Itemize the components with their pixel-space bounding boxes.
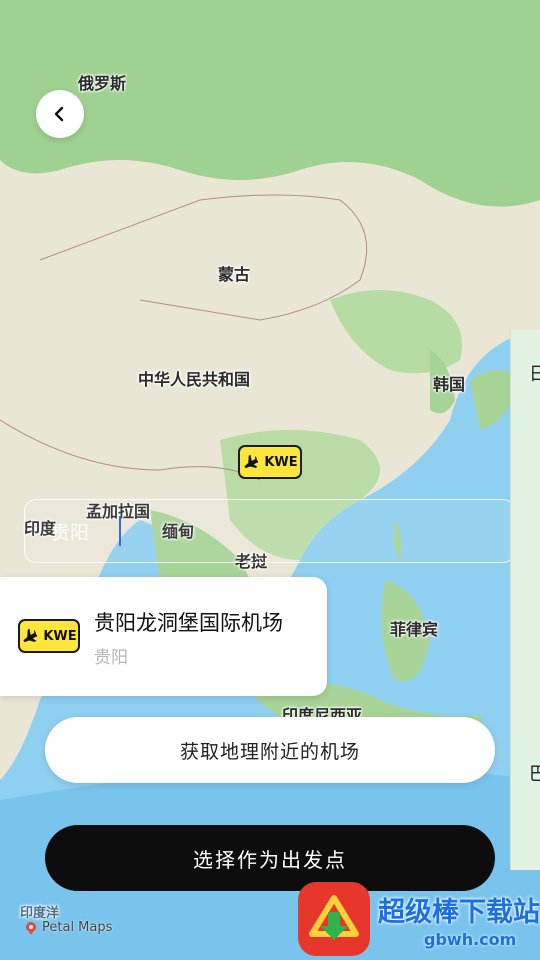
airport-code-badge: KWE — [18, 619, 80, 653]
nearby-airports-button[interactable]: 获取地理附近的机场 — [45, 717, 495, 783]
watermark-logo — [298, 882, 370, 956]
airplane-icon — [23, 628, 38, 643]
airport-map-marker[interactable]: KWE — [238, 445, 302, 479]
map-label-china: 中华人民共和国 — [138, 370, 251, 389]
side-panel[interactable]: 日 巴 — [510, 330, 540, 870]
map-label-mongolia: 蒙古 — [218, 265, 251, 284]
watermark-text: 超级棒下载站 — [378, 897, 540, 928]
airport-name: 贵阳龙洞堡国际机场 — [94, 611, 283, 635]
map-label-indian-ocean: 印度洋 — [20, 906, 60, 921]
back-button[interactable] — [36, 90, 84, 138]
download-logo-icon — [309, 895, 359, 940]
airport-result-item[interactable]: KWE 贵阳龙洞堡国际机场 贵阳 — [0, 577, 327, 696]
airplane-icon — [244, 454, 259, 469]
map-terrain — [0, 0, 540, 960]
search-value: 贵阳 — [51, 522, 90, 544]
side-panel-top-char: 日 — [529, 364, 540, 385]
map-label-korea: 韩国 — [433, 375, 466, 394]
map-view[interactable]: 俄罗斯 蒙古 中华人民共和国 韩国 印度 孟加拉国 缅甸 老挝 菲律宾 印度尼西… — [0, 0, 540, 960]
petal-maps-logo-icon — [26, 921, 36, 935]
marker-code: KWE — [264, 454, 298, 470]
side-panel-bottom-char: 巴 — [529, 764, 540, 785]
chevron-left-icon — [54, 106, 64, 122]
text-cursor — [119, 516, 121, 546]
select-departure-button[interactable]: 选择作为出发点 — [45, 825, 495, 891]
airport-city: 贵阳 — [94, 648, 128, 668]
attribution-text: Petal Maps — [42, 920, 113, 935]
airport-code: KWE — [43, 628, 77, 644]
map-label-russia: 俄罗斯 — [78, 74, 127, 93]
map-attribution: Petal Maps — [24, 920, 112, 935]
map-label-philippines: 菲律宾 — [390, 620, 439, 639]
watermark-url: gbwh.com — [424, 930, 517, 949]
search-input[interactable]: 贵阳 — [24, 499, 515, 563]
